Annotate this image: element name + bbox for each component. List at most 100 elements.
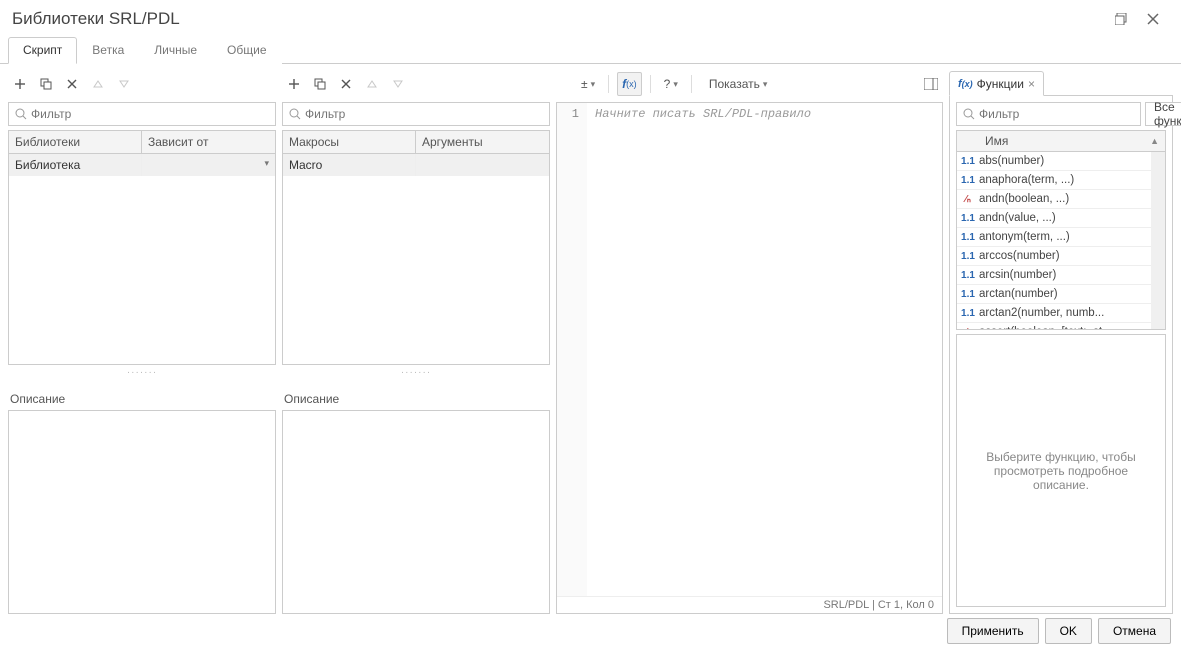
functions-tabs: f(x) Функции ×	[949, 70, 1173, 96]
col-macros[interactable]: Макросы	[283, 131, 416, 153]
functions-list-header[interactable]: Имя ▲	[957, 131, 1165, 152]
functions-filter-input[interactable]	[979, 107, 1134, 121]
sort-icon[interactable]: ▲	[1150, 136, 1159, 146]
name-column[interactable]: Имя	[985, 134, 1008, 148]
functions-body: Все функции Имя ▲ 1.1abs(number)1.1anaph…	[949, 96, 1173, 614]
col-depends[interactable]: Зависит от	[142, 131, 275, 153]
value-fn-icon: 1.1	[957, 308, 979, 319]
libraries-filter-input[interactable]	[31, 107, 269, 121]
library-description-box[interactable]	[8, 410, 276, 614]
code-area[interactable]: Начните писать SRL/PDL-правило	[587, 103, 942, 596]
macros-toolbar	[282, 70, 550, 98]
chevron-down-icon[interactable]: ▾	[264, 158, 269, 169]
macros-filter-input[interactable]	[305, 107, 543, 121]
delete-macro-button[interactable]	[334, 72, 358, 96]
tab-shared[interactable]: Общие	[212, 37, 281, 64]
description-label: Описание	[10, 392, 276, 406]
show-dropdown[interactable]: Показать	[700, 72, 777, 96]
move-down-button[interactable]	[112, 72, 136, 96]
list-item[interactable]: 1.1anaphora(term, ...)	[957, 171, 1165, 190]
function-name: abs(number)	[979, 155, 1165, 167]
fx-button[interactable]: f(x)	[617, 72, 642, 96]
value-fn-icon: 1.1	[957, 156, 979, 167]
macro-description-box[interactable]	[282, 410, 550, 614]
editor-panel: ± f(x) ? Показать 1 Начните писать SRL/P…	[556, 70, 943, 614]
search-icon	[15, 108, 27, 120]
bool-fn-icon: ⁄ₙ	[957, 327, 979, 330]
macros-table-body: Macro	[283, 154, 549, 364]
resize-handle[interactable]: ·······	[8, 367, 276, 378]
apply-button[interactable]: Применить	[947, 618, 1039, 644]
function-name: arccos(number)	[979, 250, 1165, 262]
function-name: andn(boolean, ...)	[979, 193, 1165, 205]
libraries-toolbar	[8, 70, 276, 98]
list-item[interactable]: 1.1arctan(number)	[957, 285, 1165, 304]
cancel-button[interactable]: Отмена	[1098, 618, 1171, 644]
table-row[interactable]: Macro	[283, 154, 549, 176]
list-item[interactable]: 1.1arcsin(number)	[957, 266, 1165, 285]
library-name-cell[interactable]: Библиотека	[9, 154, 142, 176]
resize-handle[interactable]: ·······	[282, 367, 550, 378]
function-name: assert(boolean, [text:=st...	[979, 326, 1165, 329]
help-button[interactable]: ?	[659, 72, 683, 96]
add-library-button[interactable]	[8, 72, 32, 96]
copy-library-button[interactable]	[34, 72, 58, 96]
layout-button[interactable]	[919, 72, 943, 96]
function-name: arctan2(number, numb...	[979, 307, 1165, 319]
delete-library-button[interactable]	[60, 72, 84, 96]
value-fn-icon: 1.1	[957, 251, 979, 262]
window-title: Библиотеки SRL/PDL	[12, 9, 1105, 29]
dialog-footer: Применить OK Отмена	[947, 618, 1171, 644]
scrollbar[interactable]	[1151, 152, 1165, 329]
function-name: arctan(number)	[979, 288, 1165, 300]
libraries-filter[interactable]	[8, 102, 276, 126]
titlebar: Библиотеки SRL/PDL	[0, 0, 1181, 36]
table-row[interactable]: Библиотека ▾	[9, 154, 275, 176]
col-args[interactable]: Аргументы	[416, 131, 549, 153]
libraries-table: Библиотеки Зависит от Библиотека ▾	[8, 130, 276, 365]
functions-tab[interactable]: f(x) Функции ×	[949, 71, 1044, 96]
copy-macro-button[interactable]	[308, 72, 332, 96]
editor-status: SRL/PDL | Ст 1, Кол 0	[557, 596, 942, 613]
close-button[interactable]	[1137, 7, 1169, 31]
value-fn-icon: 1.1	[957, 289, 979, 300]
macro-up-button[interactable]	[360, 72, 384, 96]
macros-filter[interactable]	[282, 102, 550, 126]
list-item[interactable]: ⁄ₙassert(boolean, [text:=st...	[957, 323, 1165, 329]
functions-list: Имя ▲ 1.1abs(number)1.1anaphora(term, ..…	[956, 130, 1166, 330]
close-icon[interactable]: ×	[1028, 77, 1035, 91]
library-depends-cell[interactable]: ▾	[142, 154, 275, 176]
functions-category-dropdown[interactable]: Все функции	[1145, 102, 1181, 126]
main-area: Библиотеки Зависит от Библиотека ▾ ·····…	[0, 64, 1181, 614]
libraries-table-body: Библиотека ▾	[9, 154, 275, 364]
line-gutter: 1	[557, 103, 587, 596]
restore-button[interactable]	[1105, 7, 1137, 31]
list-item[interactable]: ⁄ₙandn(boolean, ...)	[957, 190, 1165, 209]
macros-panel: Макросы Аргументы Macro ······· Описание	[282, 70, 550, 614]
function-description: Выберите функцию, чтобы просмотреть подр…	[956, 334, 1166, 607]
macro-args-cell[interactable]	[416, 154, 549, 176]
list-item[interactable]: 1.1arccos(number)	[957, 247, 1165, 266]
tab-branch[interactable]: Ветка	[77, 37, 139, 64]
search-icon	[289, 108, 301, 120]
list-item[interactable]: 1.1antonym(term, ...)	[957, 228, 1165, 247]
ok-button[interactable]: OK	[1045, 618, 1092, 644]
tab-script[interactable]: Скрипт	[8, 37, 77, 64]
tab-personal[interactable]: Личные	[139, 37, 212, 64]
add-macro-button[interactable]	[282, 72, 306, 96]
macro-name-cell[interactable]: Macro	[283, 154, 416, 176]
description-label: Описание	[284, 392, 550, 406]
macro-down-button[interactable]	[386, 72, 410, 96]
list-item[interactable]: 1.1abs(number)	[957, 152, 1165, 171]
editor-toolbar: ± f(x) ? Показать	[556, 70, 943, 98]
fx-icon: f(x)	[958, 78, 973, 90]
value-fn-icon: 1.1	[957, 232, 979, 243]
libraries-panel: Библиотеки Зависит от Библиотека ▾ ·····…	[8, 70, 276, 614]
list-item[interactable]: 1.1arctan2(number, numb...	[957, 304, 1165, 323]
list-item[interactable]: 1.1andn(value, ...)	[957, 209, 1165, 228]
functions-rows: 1.1abs(number)1.1anaphora(term, ...)⁄ₙan…	[957, 152, 1165, 329]
indent-button[interactable]: ±	[576, 72, 600, 96]
functions-filter[interactable]	[956, 102, 1141, 126]
move-up-button[interactable]	[86, 72, 110, 96]
col-libraries[interactable]: Библиотеки	[9, 131, 142, 153]
